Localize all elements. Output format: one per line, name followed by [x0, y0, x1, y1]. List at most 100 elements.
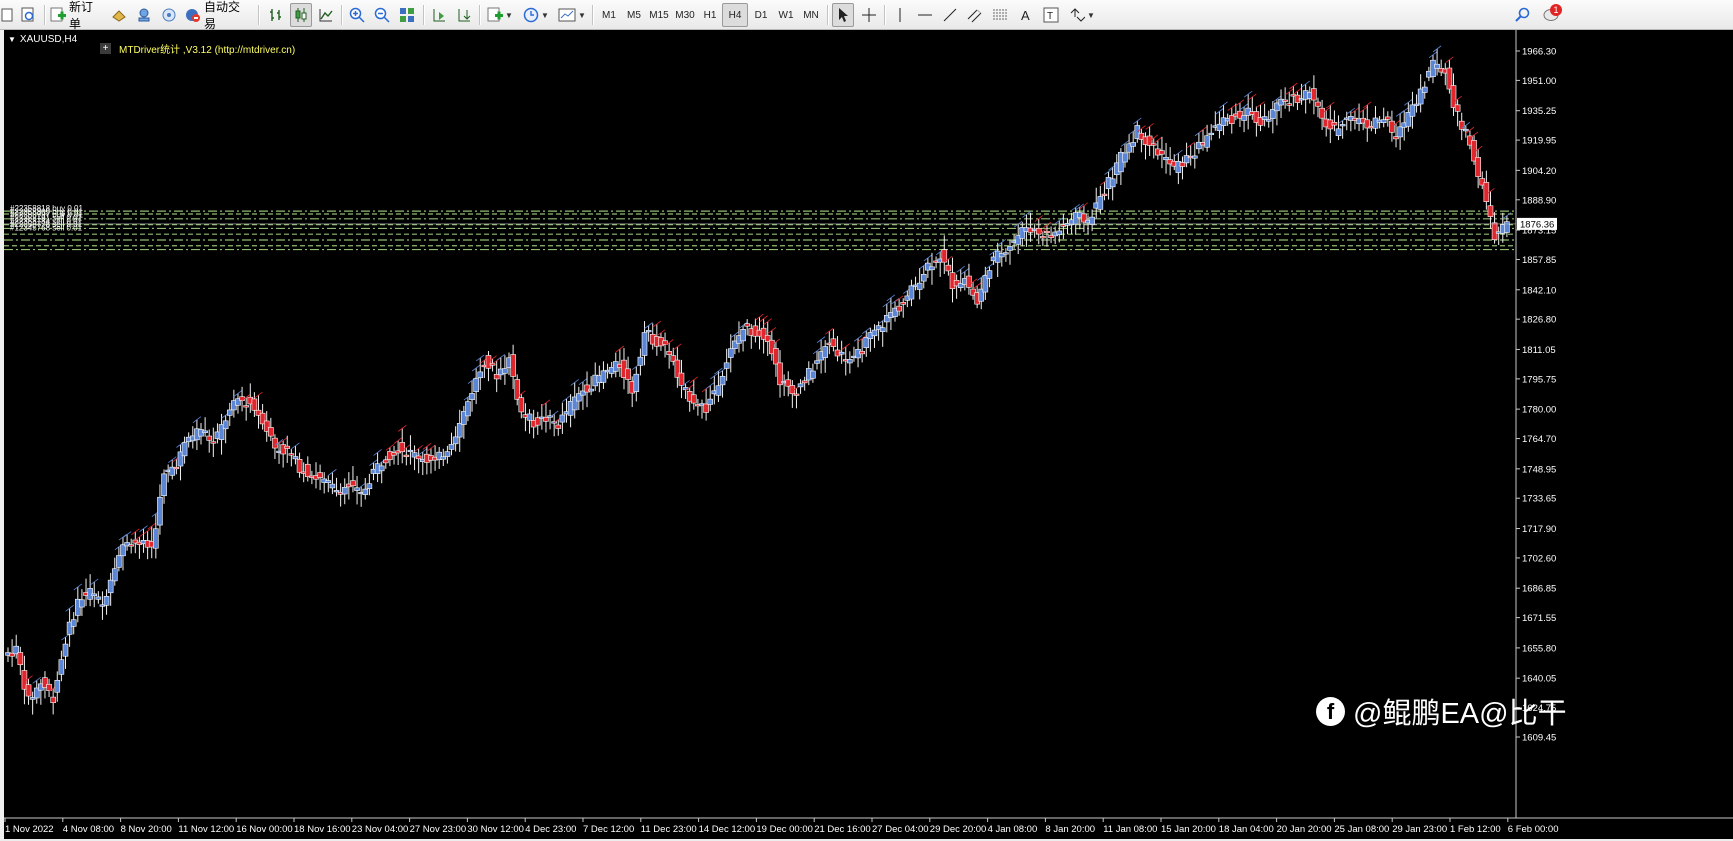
price-axis-label: 1748.95 — [1522, 464, 1556, 475]
bear-candle — [1044, 230, 1050, 234]
price-axis-label: 1904.20 — [1522, 166, 1556, 177]
bull-candle — [1109, 178, 1116, 188]
auto-trading-button[interactable]: 自动交易 — [184, 0, 252, 31]
bear-candle — [239, 396, 245, 401]
bear-candle — [703, 403, 709, 413]
time-axis-label: 18 Jan 04:00 — [1219, 824, 1274, 835]
bull-candle — [1463, 128, 1469, 132]
bull-candle — [723, 362, 730, 369]
bear-candle — [518, 397, 525, 413]
main-toolbar: 新订单 自动交易 ▼ ▼ ▼ M1 M5 M15 M30 H1 H4 D1 W1… — [0, 0, 1733, 31]
order-label[interactable]: #12345768 sell 0.01 — [10, 223, 83, 232]
bear-candle — [304, 463, 311, 477]
bear-candle — [678, 372, 685, 386]
bear-candle — [296, 458, 303, 473]
text-tool-icon[interactable]: A — [1015, 3, 1037, 27]
bull-candle — [707, 398, 714, 405]
market-watch-icon[interactable] — [108, 3, 130, 27]
timeframe-d1-button[interactable]: D1 — [748, 3, 774, 27]
chart-shift-icon[interactable] — [428, 3, 450, 27]
time-axis-label: 14 Dec 12:00 — [699, 824, 756, 835]
chart-window[interactable]: 1966.30 1951.00 1935.25 1919.95 1904.20 1888.… — [4, 30, 1733, 839]
bull-candle — [341, 487, 348, 495]
navigator-icon[interactable] — [158, 3, 180, 27]
timeframe-mn-button[interactable]: MN — [798, 3, 824, 27]
bull-candle — [226, 409, 233, 416]
time-axis-label: 27 Dec 04:00 — [872, 824, 929, 835]
time-axis-label: 29 Jan 23:00 — [1392, 824, 1447, 835]
new-order-button[interactable]: 新订单 — [49, 0, 105, 31]
auto-trading-icon — [185, 7, 201, 23]
timeframe-w1-button[interactable]: W1 — [773, 3, 799, 27]
bear-candle — [555, 424, 562, 429]
plus-icon[interactable]: + — [100, 43, 111, 54]
timeframe-m1-button[interactable]: M1 — [596, 3, 622, 27]
time-axis-label: 11 Jan 08:00 — [1103, 824, 1157, 835]
time-axis-label: 15 Jan 20:00 — [1161, 824, 1216, 835]
timeframe-h1-button[interactable]: H1 — [697, 3, 723, 27]
bear-candle — [1331, 122, 1338, 126]
bear-candle — [801, 380, 808, 384]
timeframe-h4-button[interactable]: H4 — [722, 3, 748, 27]
data-window-icon[interactable] — [133, 3, 155, 27]
bull-candle — [1265, 119, 1272, 122]
bear-candle — [690, 394, 697, 404]
timeframe-m5-button[interactable]: M5 — [621, 3, 647, 27]
vertical-line-tool-icon[interactable] — [889, 3, 911, 27]
bull-candle — [1335, 128, 1342, 137]
triangle-down-icon[interactable]: ▼ — [8, 35, 16, 44]
bear-candle — [399, 442, 406, 453]
bull-candle — [62, 643, 69, 657]
bar-chart-icon[interactable] — [265, 3, 287, 27]
text-label-tool-icon[interactable]: T — [1040, 3, 1062, 27]
timeframe-m15-button[interactable]: M15 — [646, 3, 672, 27]
bear-candle — [210, 441, 217, 444]
auto-scroll-icon[interactable] — [453, 3, 475, 27]
periods-dropdown[interactable]: ▼ — [520, 3, 552, 27]
new-order-icon — [50, 7, 66, 23]
time-axis-label: 4 Dec 23:00 — [525, 824, 576, 835]
cursor-tool-icon[interactable] — [832, 3, 854, 27]
candlestick-chart-icon[interactable] — [290, 3, 312, 27]
bull-candle — [157, 496, 163, 526]
bear-candle — [1491, 222, 1498, 241]
bull-candle — [838, 351, 845, 355]
new-chart-icon[interactable] — [0, 3, 14, 27]
bear-candle — [625, 368, 631, 380]
horizontal-line-tool-icon[interactable] — [914, 3, 936, 27]
bull-candle — [1409, 104, 1416, 117]
indicator-label: MTDriver统计 ,V3.12 (http://mtdriver.cn) — [119, 45, 296, 56]
timeframe-m30-button[interactable]: M30 — [672, 3, 698, 27]
bull-candle — [1434, 63, 1440, 69]
tile-windows-icon[interactable] — [396, 3, 418, 27]
bear-candle — [1389, 120, 1395, 133]
zoom-out-icon[interactable] — [371, 3, 393, 27]
time-axis-label: 27 Nov 23:00 — [410, 824, 467, 835]
bull-candle — [1208, 132, 1215, 135]
bull-candle — [1372, 117, 1379, 129]
auto-trading-label: 自动交易 — [204, 0, 241, 31]
clock-icon — [523, 7, 539, 23]
bull-candle — [1421, 86, 1428, 93]
bull-candle — [111, 568, 118, 582]
bear-candle — [543, 417, 549, 422]
print-preview-icon[interactable] — [17, 3, 39, 27]
bear-candle — [896, 305, 902, 312]
bull-candle — [1089, 216, 1095, 225]
price-axis-label: 1826.80 — [1522, 315, 1556, 326]
fibonacci-tool-icon[interactable] — [989, 3, 1011, 27]
crosshair-tool-icon[interactable] — [858, 3, 880, 27]
search-icon[interactable] — [1512, 3, 1534, 27]
bull-candle — [465, 401, 471, 417]
bear-candle — [284, 445, 291, 449]
equidistant-channel-icon[interactable] — [964, 3, 986, 27]
bear-candle — [1040, 236, 1046, 239]
arrows-dropdown[interactable]: ▼ — [1066, 3, 1098, 27]
trendline-tool-icon[interactable] — [939, 3, 961, 27]
templates-dropdown[interactable]: ▼ — [556, 3, 588, 27]
indicators-dropdown[interactable]: ▼ — [484, 3, 516, 27]
zoom-in-icon[interactable] — [346, 3, 368, 27]
line-chart-icon[interactable] — [315, 3, 337, 27]
bear-candle — [206, 435, 213, 441]
notifications-button[interactable]: 1 — [1539, 3, 1565, 27]
